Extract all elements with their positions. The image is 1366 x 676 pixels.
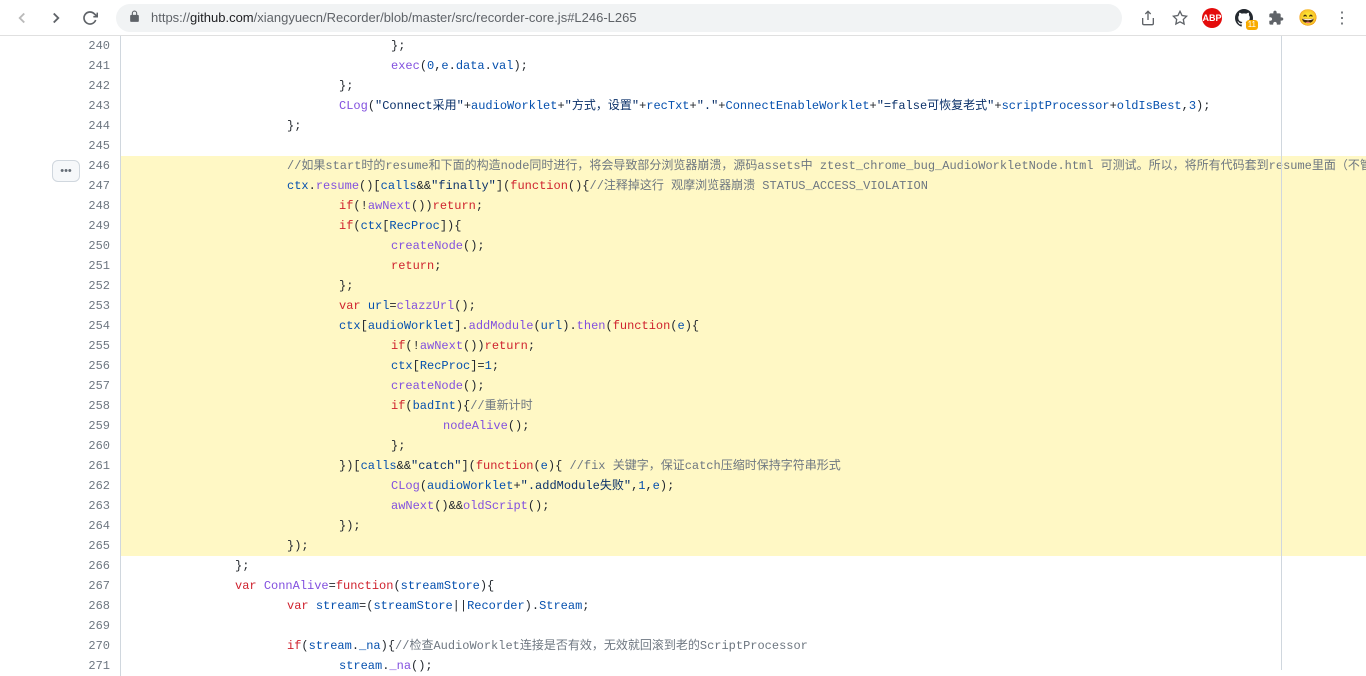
expand-code-button[interactable]: •••: [52, 160, 80, 182]
line-number[interactable]: 256: [60, 356, 110, 376]
address-bar[interactable]: https://github.com/xiangyuecn/Recorder/b…: [116, 4, 1122, 32]
line-number[interactable]: 245: [60, 136, 110, 156]
code-line[interactable]: });: [120, 536, 1366, 556]
code-view: 2402412422432442452462472482492502512522…: [0, 36, 1366, 676]
line-number[interactable]: 257: [60, 376, 110, 396]
code-line[interactable]: var ConnAlive=function(streamStore){: [120, 576, 1366, 596]
line-number[interactable]: 252: [60, 276, 110, 296]
line-number[interactable]: 250: [60, 236, 110, 256]
line-number[interactable]: 258: [60, 396, 110, 416]
line-number[interactable]: 268: [60, 596, 110, 616]
extension-icons: ABP 11 😄 ⋮: [1134, 8, 1358, 28]
code-line[interactable]: if(badInt){//重新计时: [120, 396, 1366, 416]
browser-toolbar: https://github.com/xiangyuecn/Recorder/b…: [0, 0, 1366, 36]
code-line[interactable]: stream._na();: [120, 656, 1366, 676]
url-text: https://github.com/xiangyuecn/Recorder/b…: [151, 10, 637, 25]
forward-button[interactable]: [42, 4, 70, 32]
bookmark-star-icon[interactable]: [1170, 8, 1190, 28]
code-lines[interactable]: };exec(0,e.data.val);};CLog("Connect采用"+…: [120, 36, 1366, 676]
code-line[interactable]: exec(0,e.data.val);: [120, 56, 1366, 76]
code-line[interactable]: var url=clazzUrl();: [120, 296, 1366, 316]
line-number[interactable]: 261: [60, 456, 110, 476]
code-line[interactable]: };: [120, 436, 1366, 456]
line-number[interactable]: 267: [60, 576, 110, 596]
line-number[interactable]: 240: [60, 36, 110, 56]
line-number[interactable]: 241: [60, 56, 110, 76]
chrome-menu-icon[interactable]: ⋮: [1330, 8, 1354, 28]
emoji-extension-icon[interactable]: 😄: [1298, 8, 1318, 28]
code-line[interactable]: };: [120, 76, 1366, 96]
line-number[interactable]: 271: [60, 656, 110, 676]
line-number[interactable]: 262: [60, 476, 110, 496]
reload-button[interactable]: [76, 4, 104, 32]
code-line[interactable]: createNode();: [120, 236, 1366, 256]
code-line[interactable]: [120, 616, 1366, 636]
code-line[interactable]: if(!awNext())return;: [120, 336, 1366, 356]
line-number[interactable]: 270: [60, 636, 110, 656]
code-line[interactable]: CLog("Connect采用"+audioWorklet+"方式，设置"+re…: [120, 96, 1366, 116]
code-line[interactable]: [120, 136, 1366, 156]
line-number[interactable]: 263: [60, 496, 110, 516]
code-line[interactable]: //如果start时的resume和下面的构造node同时进行，将会导致部分浏览…: [120, 156, 1366, 176]
code-line[interactable]: awNext()&&oldScript();: [120, 496, 1366, 516]
back-button[interactable]: [8, 4, 36, 32]
code-line[interactable]: })[calls&&"catch"](function(e){ //fix 关键…: [120, 456, 1366, 476]
line-number[interactable]: 242: [60, 76, 110, 96]
code-line[interactable]: if(stream._na){//检查AudioWorklet连接是否有效，无效…: [120, 636, 1366, 656]
code-line[interactable]: createNode();: [120, 376, 1366, 396]
github-extension-icon[interactable]: 11: [1234, 8, 1254, 28]
code-line[interactable]: return;: [120, 256, 1366, 276]
line-number[interactable]: 260: [60, 436, 110, 456]
line-number[interactable]: 269: [60, 616, 110, 636]
content-right-border: [1281, 36, 1282, 670]
code-line[interactable]: };: [120, 36, 1366, 56]
extensions-puzzle-icon[interactable]: [1266, 8, 1286, 28]
share-icon[interactable]: [1138, 8, 1158, 28]
code-line[interactable]: var stream=(streamStore||Recorder).Strea…: [120, 596, 1366, 616]
line-number[interactable]: 251: [60, 256, 110, 276]
line-number[interactable]: 253: [60, 296, 110, 316]
code-line[interactable]: nodeAlive();: [120, 416, 1366, 436]
line-number[interactable]: 266: [60, 556, 110, 576]
line-number[interactable]: 254: [60, 316, 110, 336]
line-number-gutter[interactable]: 2402412422432442452462472482492502512522…: [60, 36, 120, 676]
line-number[interactable]: 248: [60, 196, 110, 216]
code-line[interactable]: ctx[RecProc]=1;: [120, 356, 1366, 376]
abp-extension-icon[interactable]: ABP: [1202, 8, 1222, 28]
lock-icon: [128, 10, 141, 26]
code-line[interactable]: };: [120, 276, 1366, 296]
code-line[interactable]: if(!awNext())return;: [120, 196, 1366, 216]
line-number[interactable]: 244: [60, 116, 110, 136]
line-number[interactable]: 264: [60, 516, 110, 536]
line-number[interactable]: 259: [60, 416, 110, 436]
code-line[interactable]: CLog(audioWorklet+".addModule失败",1,e);: [120, 476, 1366, 496]
code-line[interactable]: if(ctx[RecProc]){: [120, 216, 1366, 236]
line-number[interactable]: 255: [60, 336, 110, 356]
code-line[interactable]: });: [120, 516, 1366, 536]
line-number[interactable]: 243: [60, 96, 110, 116]
line-number[interactable]: 249: [60, 216, 110, 236]
code-line[interactable]: };: [120, 556, 1366, 576]
code-line[interactable]: ctx.resume()[calls&&"finally"](function(…: [120, 176, 1366, 196]
line-number[interactable]: 265: [60, 536, 110, 556]
code-line[interactable]: ctx[audioWorklet].addModule(url).then(fu…: [120, 316, 1366, 336]
code-line[interactable]: };: [120, 116, 1366, 136]
